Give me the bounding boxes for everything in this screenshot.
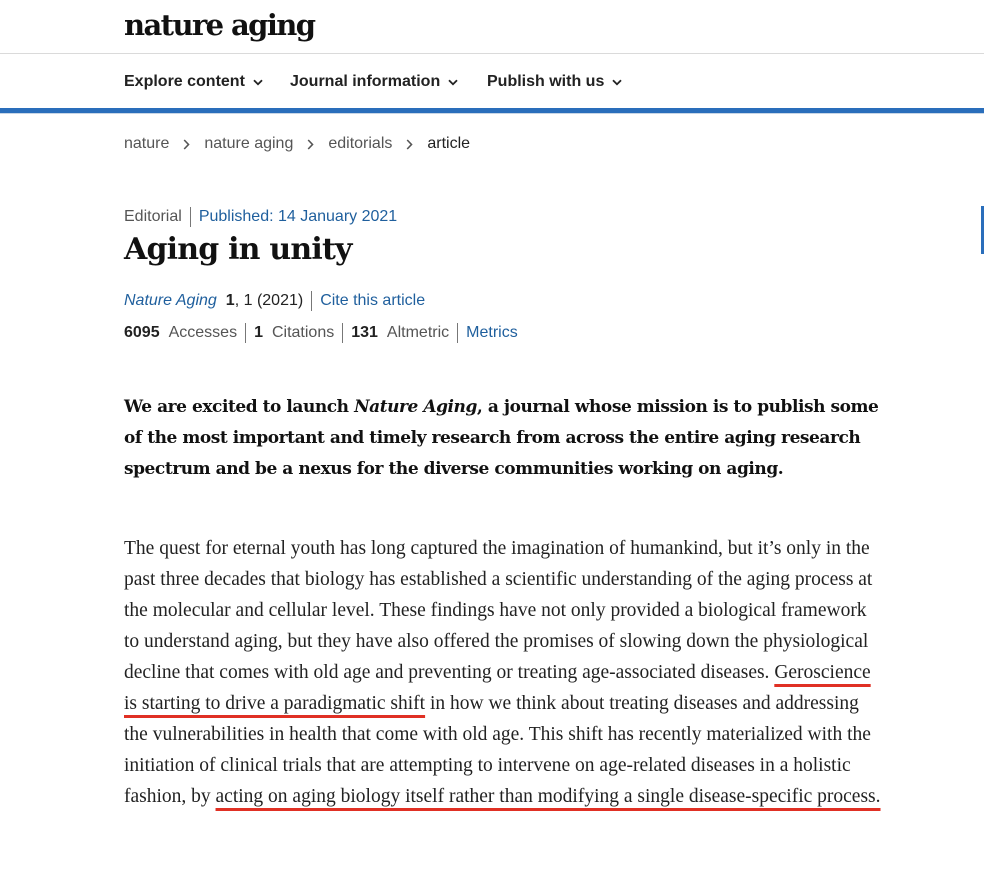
nav-explore-content-label: Explore content	[124, 73, 245, 90]
divider	[189, 207, 191, 227]
chevron-down-icon	[448, 79, 458, 86]
nav-explore-content[interactable]: Explore content	[124, 73, 263, 91]
issue-pages: , 1 (2021)	[234, 292, 304, 309]
standfirst-journal-name: Nature Aging	[354, 397, 477, 417]
divider	[245, 323, 247, 343]
breadcrumb-nature[interactable]: nature	[124, 135, 169, 153]
breadcrumb-editorials[interactable]: editorials	[328, 135, 392, 153]
divider	[311, 291, 313, 311]
standfirst-intro: We are excited to launch	[124, 397, 355, 417]
article-body-paragraph: The quest for eternal youth has long cap…	[124, 533, 884, 812]
chevron-right-icon	[183, 138, 190, 150]
nav-journal-information[interactable]: Journal information	[290, 73, 458, 91]
accesses-count: 6095	[124, 324, 160, 341]
divider	[342, 323, 344, 343]
nav-publish-with-us-label: Publish with us	[487, 73, 605, 90]
body-text-part1: The quest for eternal youth has long cap…	[124, 538, 873, 683]
altmetric-score: 131	[351, 324, 378, 341]
accesses-label: Accesses	[168, 324, 238, 341]
chevron-down-icon	[253, 79, 263, 86]
citation-info: Nature Aging 1 , 1 (2021) Cite this arti…	[124, 291, 425, 311]
main-nav: Explore content Journal information Publ…	[0, 55, 984, 109]
article-type: Editorial	[124, 208, 182, 225]
highlighted-phrase-aging-biology: acting on aging biology itself rather th…	[215, 786, 881, 807]
cite-article-link[interactable]: Cite this article	[320, 292, 425, 310]
site-header: nature aging	[0, 0, 984, 54]
chevron-right-icon	[307, 138, 314, 150]
nature-aging-logo[interactable]: nature aging	[124, 8, 316, 42]
journal-link[interactable]: Nature Aging	[124, 292, 217, 310]
published-date: Published: 14 January 2021	[198, 208, 398, 225]
metrics-link[interactable]: Metrics	[466, 324, 518, 342]
article-meta: Editorial Published: 14 January 2021	[124, 207, 397, 227]
nav-rule-shadow	[0, 113, 984, 114]
volume: 1	[225, 292, 235, 309]
nav-publish-with-us[interactable]: Publish with us	[487, 73, 622, 91]
article-standfirst: We are excited to launch Nature Aging, a…	[124, 392, 884, 485]
article-metrics: 6095 Accesses 1 Citations 131 Altmetric …	[124, 323, 518, 343]
breadcrumb-current: article	[427, 135, 471, 152]
page-title: Aging in unity	[124, 232, 352, 267]
divider	[457, 323, 459, 343]
citations-count: 1	[254, 324, 263, 341]
breadcrumb: nature nature aging editorials article	[124, 135, 470, 153]
altmetric-label: Altmetric	[386, 324, 450, 341]
nav-journal-information-label: Journal information	[290, 73, 441, 90]
chevron-right-icon	[406, 138, 413, 150]
chevron-down-icon	[612, 79, 622, 86]
breadcrumb-nature-aging[interactable]: nature aging	[204, 135, 293, 153]
citations-label: Citations	[271, 324, 335, 341]
